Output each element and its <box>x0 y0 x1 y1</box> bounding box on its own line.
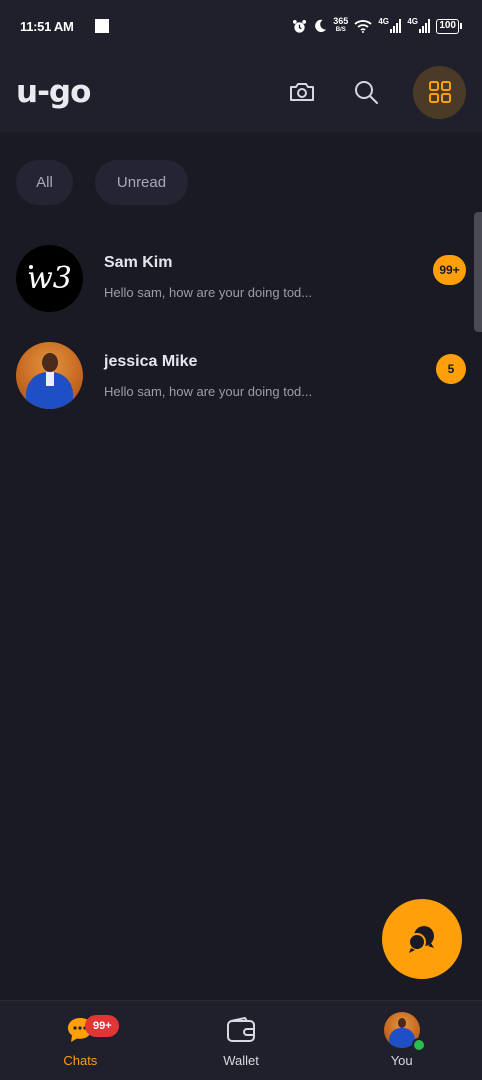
avatar: w3 <box>16 245 83 312</box>
search-button[interactable] <box>349 75 383 109</box>
nav-you-label: You <box>390 1053 413 1068</box>
profile-avatar-wrap <box>383 1012 426 1052</box>
chat-name: jessica Mike <box>104 353 198 370</box>
online-status-dot <box>411 1038 426 1052</box>
net-speed-unit: B/S <box>335 27 346 33</box>
unread-badge: 99+ <box>433 255 466 285</box>
chat-screen: 11:51 AM 365 B/S 4G 4G 100 u-go All Unre… <box>0 0 482 1080</box>
status-icons: 365 B/S 4G 4G 100 <box>292 17 462 35</box>
search-icon <box>355 81 378 104</box>
chats-badge: 99+ <box>85 1015 120 1037</box>
chat-preview: Hello sam, how are your doing tod... <box>104 285 313 300</box>
status-bar: 11:51 AM 365 B/S 4G 4G 100 <box>0 0 482 52</box>
nav-icon-wrap: 99+ <box>65 1013 120 1047</box>
nav-chats-label: Chats <box>63 1053 98 1068</box>
chat-text: jessica Mike Hello sam, how are your doi… <box>104 353 466 399</box>
net-speed-value: 365 <box>333 16 349 26</box>
nav-wallet-label: Wallet <box>223 1053 259 1068</box>
grid-icon <box>428 81 451 103</box>
chat-row[interactable]: w3 Sam Kim Hello sam, how are your doing… <box>0 240 482 340</box>
notification-square-icon <box>95 19 110 33</box>
app-logo: u-go <box>16 74 91 110</box>
nav-wallet[interactable]: Wallet <box>161 1001 322 1080</box>
nav-you[interactable]: You <box>321 1001 482 1080</box>
camera-button[interactable] <box>285 75 319 109</box>
nav-chats[interactable]: 99+ Chats <box>0 1001 161 1080</box>
filter-all-chip[interactable]: All <box>16 160 73 205</box>
wallet-icon <box>227 1017 255 1042</box>
alarm-icon <box>293 19 307 33</box>
chat-text: Sam Kim Hello sam, how are your doing to… <box>104 254 466 300</box>
chat-list: w3 Sam Kim Hello sam, how are your doing… <box>0 240 482 440</box>
avatar-logo-text: w3 <box>27 261 72 296</box>
signal-icon: 4G <box>378 17 402 33</box>
header-actions <box>285 65 466 119</box>
filter-unread-chip[interactable]: Unread <box>95 160 188 205</box>
camera-icon <box>290 83 314 101</box>
avatar <box>16 342 83 409</box>
new-chat-button[interactable] <box>382 899 462 979</box>
chat-name: Sam Kim <box>104 254 173 271</box>
nav-icon-wrap <box>383 1012 426 1052</box>
nav-icon-wrap <box>225 1013 257 1047</box>
net-speed: 365 B/S <box>333 17 348 35</box>
battery-icon: 100 <box>436 18 462 34</box>
status-time: 11:51 AM <box>20 18 74 34</box>
moon-icon <box>315 19 327 32</box>
filter-chips: All Unread <box>16 160 188 205</box>
apps-menu-button[interactable] <box>413 65 466 119</box>
battery-level: 100 <box>436 18 459 34</box>
signal-1-label: 4G <box>378 17 389 26</box>
chat-preview: Hello sam, how are your doing tod... <box>104 384 313 399</box>
signal-icon: 4G <box>407 17 431 33</box>
app-header: u-go <box>0 52 482 132</box>
new-chat-icon <box>408 926 434 953</box>
signal-2-label: 4G <box>407 17 418 26</box>
unread-badge: 5 <box>436 354 466 384</box>
chat-row[interactable]: jessica Mike Hello sam, how are your doi… <box>0 340 482 440</box>
wifi-icon <box>354 20 372 33</box>
bottom-nav: 99+ Chats Wallet You <box>0 1000 482 1080</box>
